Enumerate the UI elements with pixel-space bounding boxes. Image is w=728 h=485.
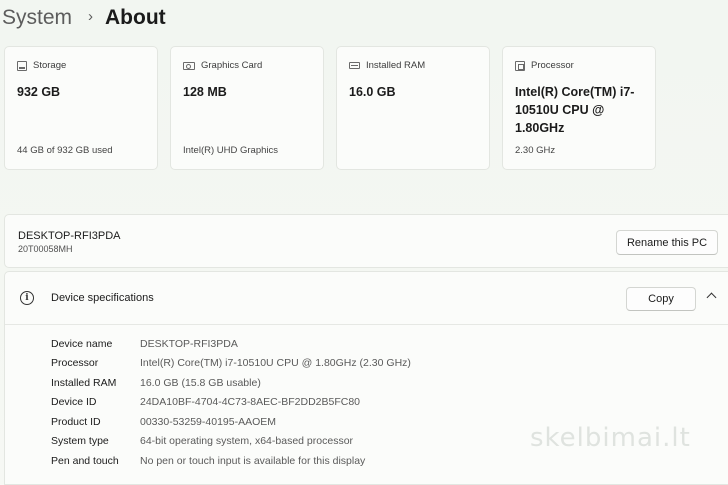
breadcrumb: System › About	[2, 4, 166, 32]
storage-icon	[17, 60, 27, 71]
device-name: DESKTOP-RFI3PDA	[18, 230, 121, 242]
spec-list: Device name DESKTOP-RFI3PDA Processor In…	[51, 334, 411, 471]
spec-label: Device name	[51, 337, 113, 350]
spec-label: Device ID	[51, 396, 97, 409]
card-value: 932 GB	[17, 85, 61, 99]
rename-pc-button[interactable]: Rename this PC	[616, 230, 718, 255]
device-specifications-header[interactable]: i Device specifications Copy	[5, 272, 728, 325]
spec-row: Pen and touch No pen or touch input is a…	[51, 451, 411, 471]
card-label: Processor	[531, 60, 574, 71]
card-value: 128 MB	[183, 85, 227, 99]
spec-label: Product ID	[51, 415, 101, 428]
spec-label: Installed RAM	[51, 376, 117, 389]
card-value: 16.0 GB	[349, 85, 396, 99]
spec-label: System type	[51, 435, 109, 448]
spec-value: 64-bit operating system, x64-based proce…	[140, 435, 354, 448]
info-icon: i	[20, 291, 34, 305]
processor-icon	[515, 60, 525, 71]
page-title: About	[105, 6, 166, 29]
card-subtext: 44 GB of 932 GB used	[17, 145, 113, 156]
copy-button[interactable]: Copy	[626, 287, 696, 311]
spec-row: Processor Intel(R) Core(TM) i7-10510U CP…	[51, 354, 411, 374]
card-value: Intel(R) Core(TM) i7-10510U CPU @ 1.80GH…	[515, 85, 635, 135]
chevron-right-icon: ›	[88, 8, 94, 25]
spec-value: 24DA10BF-4704-4C73-8AEC-BF2DD2B5FC80	[140, 396, 361, 409]
card-label: Storage	[33, 60, 67, 71]
spec-value: Intel(R) Core(TM) i7-10510U CPU @ 1.80GH…	[140, 357, 411, 370]
breadcrumb-system-link[interactable]: System	[2, 4, 72, 32]
graphics-card-icon	[183, 61, 195, 70]
processor-card[interactable]: Processor Intel(R) Core(TM) i7-10510U CP…	[502, 46, 656, 170]
spec-value: 16.0 GB (15.8 GB usable)	[140, 376, 261, 389]
installed-ram-card[interactable]: Installed RAM 16.0 GB	[336, 46, 490, 170]
spec-value: DESKTOP-RFI3PDA	[140, 337, 238, 350]
spec-row: Device ID 24DA10BF-4704-4C73-8AEC-BF2DD2…	[51, 393, 411, 413]
card-label: Installed RAM	[366, 60, 426, 71]
spec-cards: Storage 932 GB 44 GB of 932 GB used Grap…	[4, 46, 656, 170]
spec-label: Processor	[51, 357, 99, 370]
spec-row: System type 64-bit operating system, x64…	[51, 432, 411, 452]
section-title: Device specifications	[51, 292, 154, 304]
card-subtext: 2.30 GHz	[515, 145, 556, 156]
graphics-card-card[interactable]: Graphics Card 128 MB Intel(R) UHD Graphi…	[170, 46, 324, 170]
spec-row: Device name DESKTOP-RFI3PDA	[51, 334, 411, 354]
spec-label: Pen and touch	[51, 454, 119, 467]
spec-row: Installed RAM 16.0 GB (15.8 GB usable)	[51, 373, 411, 393]
ram-icon	[349, 62, 360, 69]
chevron-up-icon[interactable]	[706, 292, 717, 303]
card-label: Graphics Card	[201, 60, 263, 71]
storage-card[interactable]: Storage 932 GB 44 GB of 932 GB used	[4, 46, 158, 170]
spec-row: Product ID 00330-53259-40195-AAOEM	[51, 412, 411, 432]
spec-value: No pen or touch input is available for t…	[140, 454, 366, 467]
card-subtext: Intel(R) UHD Graphics	[183, 145, 279, 156]
spec-value: 00330-53259-40195-AAOEM	[140, 415, 277, 428]
device-name-card: DESKTOP-RFI3PDA 20T00058MH Rename this P…	[4, 214, 728, 268]
device-model: 20T00058MH	[18, 244, 73, 254]
watermark: skelbimai.lt	[530, 423, 691, 453]
